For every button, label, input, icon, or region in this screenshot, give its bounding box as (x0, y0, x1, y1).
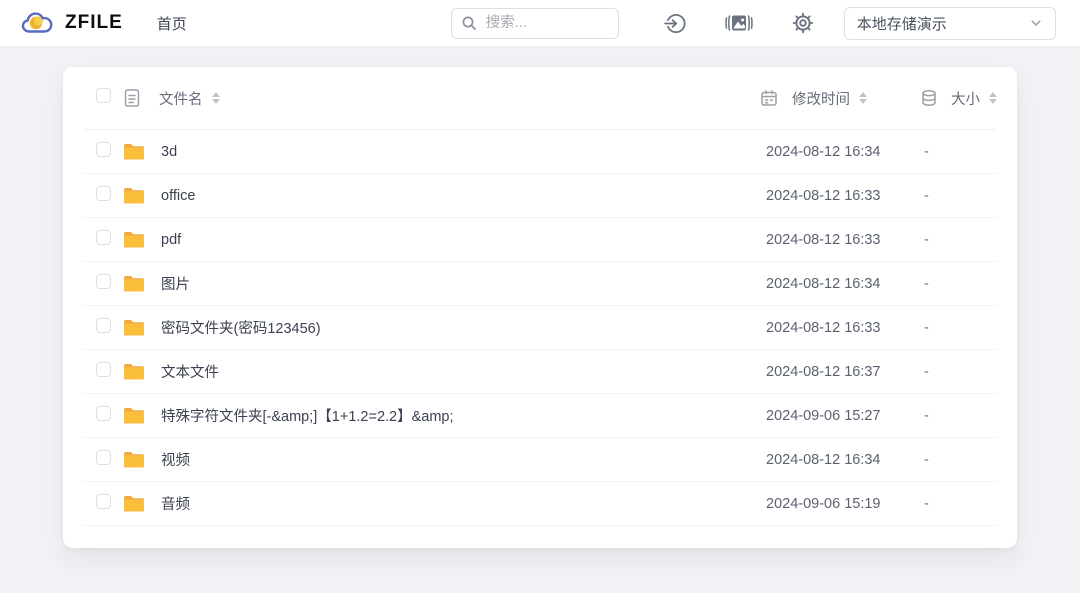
sort-modified-icon[interactable] (859, 92, 867, 104)
login-icon[interactable] (662, 11, 688, 36)
cloud-logo-icon (20, 10, 56, 36)
file-size: - (924, 275, 929, 292)
file-name[interactable]: 3d (159, 144, 760, 160)
row-checkbox[interactable] (96, 317, 111, 333)
folder-icon (123, 231, 159, 249)
table-row[interactable]: 密码文件夹(密码123456) 2024-08-12 16:33 - (83, 306, 997, 350)
table-row[interactable]: office 2024-08-12 16:33 - (83, 174, 997, 218)
file-name[interactable]: office (159, 188, 760, 204)
storage-select[interactable]: 本地存储演示 (843, 6, 1056, 40)
file-list: 3d 2024-08-12 16:34 - office 2024-08-12 … (83, 130, 997, 526)
file-modified-time: 2024-08-12 16:33 (766, 187, 881, 204)
file-size: - (924, 451, 929, 468)
folder-icon (123, 495, 159, 513)
storage-select-value: 本地存储演示 (856, 15, 947, 33)
table-row[interactable]: 特殊字符文件夹[-&amp;]【1+1.2=2.2】&amp; 2024-09-… (83, 394, 997, 438)
folder-icon (123, 143, 159, 161)
file-modified-time: 2024-08-12 16:34 (766, 143, 881, 160)
table-row[interactable]: pdf 2024-08-12 16:33 - (83, 218, 997, 262)
database-icon (920, 89, 938, 107)
file-size: - (924, 187, 929, 204)
select-all-checkbox[interactable] (96, 88, 111, 103)
folder-icon (123, 187, 159, 205)
table-row[interactable]: 3d 2024-08-12 16:34 - (83, 130, 997, 174)
file-size: - (924, 363, 929, 380)
file-size: - (924, 319, 929, 336)
row-checkbox[interactable] (96, 405, 111, 421)
chevron-down-icon (1029, 16, 1043, 30)
folder-icon (123, 363, 159, 381)
row-checkbox[interactable] (96, 229, 111, 245)
file-name[interactable]: 文本文件 (159, 361, 760, 382)
row-checkbox[interactable] (96, 273, 111, 289)
file-list-card: 文件名 修改时间 大小 3d 2024-08-12 16:34 - office… (63, 67, 1017, 548)
file-name[interactable]: pdf (159, 232, 760, 248)
table-row[interactable]: 视频 2024-08-12 16:34 - (83, 438, 997, 482)
search-box[interactable] (450, 7, 619, 39)
file-name[interactable]: 图片 (159, 273, 760, 294)
search-input[interactable] (483, 14, 609, 32)
folder-icon (123, 319, 159, 337)
nav-home-link[interactable]: 首页 (157, 13, 187, 34)
file-name[interactable]: 密码文件夹(密码123456) (159, 317, 760, 338)
column-header-size[interactable]: 大小 (920, 88, 997, 109)
file-size: - (924, 407, 929, 424)
file-name[interactable]: 视频 (159, 449, 760, 470)
table-header: 文件名 修改时间 大小 (83, 67, 997, 130)
column-header-modified[interactable]: 修改时间 (760, 88, 920, 109)
file-size: - (924, 231, 929, 248)
row-checkbox[interactable] (96, 141, 111, 157)
file-size: - (924, 495, 929, 512)
file-modified-time: 2024-08-12 16:33 (766, 231, 881, 248)
file-name[interactable]: 特殊字符文件夹[-&amp;]【1+1.2=2.2】&amp; (159, 405, 760, 426)
file-modified-time: 2024-09-06 15:27 (766, 407, 881, 424)
app-logo[interactable]: ZFILE (20, 10, 123, 36)
row-checkbox[interactable] (96, 361, 111, 377)
file-modified-time: 2024-08-12 16:34 (766, 275, 881, 292)
search-icon (461, 15, 477, 31)
folder-icon (123, 451, 159, 469)
file-modified-time: 2024-08-12 16:34 (766, 451, 881, 468)
column-header-name[interactable]: 文件名 (159, 88, 760, 109)
folder-icon (123, 275, 159, 293)
table-row[interactable]: 音频 2024-09-06 15:19 - (83, 482, 997, 526)
file-name[interactable]: 音频 (159, 493, 760, 514)
table-row[interactable]: 图片 2024-08-12 16:34 - (83, 262, 997, 306)
row-checkbox[interactable] (96, 493, 111, 509)
calendar-icon (760, 89, 778, 107)
table-row[interactable]: 文本文件 2024-08-12 16:37 - (83, 350, 997, 394)
row-checkbox[interactable] (96, 449, 111, 465)
row-checkbox[interactable] (96, 185, 111, 201)
file-modified-time: 2024-08-12 16:37 (766, 363, 881, 380)
file-modified-time: 2024-09-06 15:19 (766, 495, 881, 512)
brand-text: ZFILE (65, 12, 123, 33)
file-modified-time: 2024-08-12 16:33 (766, 319, 881, 336)
sort-size-icon[interactable] (989, 92, 997, 104)
gallery-mode-icon[interactable] (724, 11, 754, 35)
gear-icon[interactable] (790, 10, 816, 36)
file-size: - (924, 143, 929, 160)
file-icon (123, 88, 159, 108)
topbar: ZFILE 首页 搜索... 本地存储演示 (0, 0, 1080, 47)
folder-icon (123, 407, 159, 425)
sort-name-icon[interactable] (211, 92, 220, 104)
